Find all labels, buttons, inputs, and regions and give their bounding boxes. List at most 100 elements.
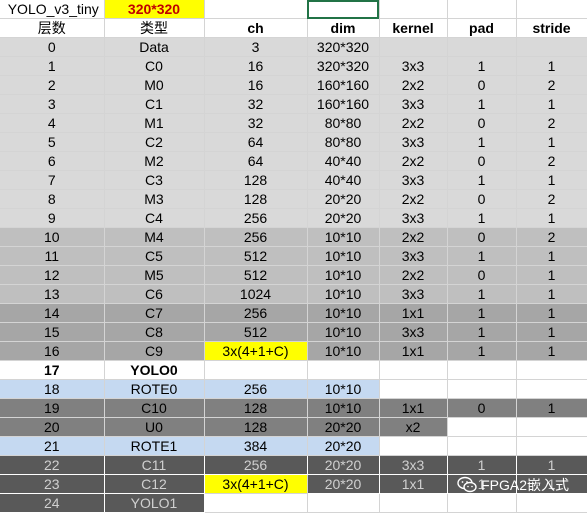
type-cell[interactable]: M4 (104, 227, 205, 247)
layer-cell[interactable]: 8 (0, 189, 105, 209)
pad-cell[interactable]: 1 (447, 303, 517, 323)
pad-cell[interactable]: 1 (447, 132, 517, 152)
ch-cell[interactable] (204, 360, 308, 380)
layer-cell[interactable]: 19 (0, 398, 105, 418)
ch-cell[interactable]: 256 (204, 208, 308, 228)
ch-cell[interactable]: 128 (204, 417, 308, 437)
ch-cell[interactable]: 16 (204, 75, 308, 95)
dim-cell[interactable]: 10*10 (307, 379, 380, 399)
dim-cell[interactable]: 10*10 (307, 265, 380, 285)
dim-cell[interactable]: 20*20 (307, 189, 380, 209)
layer-cell[interactable]: 2 (0, 75, 105, 95)
ch-cell[interactable]: 384 (204, 436, 308, 456)
kernel-cell[interactable]: 2x2 (379, 265, 448, 285)
type-cell[interactable]: C11 (104, 455, 204, 475)
ch-cell[interactable]: 128 (204, 170, 308, 190)
dim-cell[interactable]: 40*40 (307, 170, 380, 190)
layer-cell[interactable]: 5 (0, 132, 105, 152)
type-cell[interactable]: YOLO0 (104, 360, 205, 380)
pad-cell[interactable] (447, 436, 517, 456)
kernel-cell[interactable]: 2x2 (379, 151, 448, 171)
stride-cell[interactable]: 1 (516, 208, 587, 228)
input-size-cell[interactable]: 320*320 (104, 0, 205, 19)
kernel-cell[interactable]: x2 (379, 417, 448, 437)
layer-cell[interactable]: 0 (0, 37, 105, 57)
layer-cell[interactable]: 21 (0, 436, 105, 456)
layer-cell[interactable]: 22 (0, 455, 104, 475)
stride-cell[interactable]: 1 (516, 303, 587, 323)
layer-cell[interactable]: 4 (0, 113, 105, 133)
pad-cell[interactable]: 1 (447, 208, 517, 228)
stride-cell[interactable]: 1 (516, 246, 587, 266)
layer-cell[interactable]: 13 (0, 284, 105, 304)
header-layer[interactable]: 层数 (0, 18, 105, 38)
kernel-cell[interactable]: 2x2 (379, 75, 448, 95)
pad-cell[interactable]: 1 (447, 322, 517, 342)
layer-cell[interactable]: 15 (0, 322, 105, 342)
type-cell[interactable]: M5 (104, 265, 205, 285)
dim-cell[interactable]: 10*10 (307, 322, 380, 342)
kernel-cell[interactable]: 3x3 (379, 132, 448, 152)
dim-cell[interactable]: 80*80 (307, 132, 380, 152)
layer-cell[interactable]: 1 (0, 56, 105, 76)
stride-cell[interactable]: 1 (516, 265, 587, 285)
kernel-cell[interactable]: 3x3 (379, 56, 448, 76)
type-cell[interactable]: C0 (104, 56, 205, 76)
stride-cell[interactable]: 1 (516, 341, 587, 361)
kernel-cell[interactable]: 3x3 (379, 208, 448, 228)
kernel-cell[interactable]: 1x1 (379, 474, 447, 494)
pad-cell[interactable]: 0 (447, 265, 517, 285)
stride-cell[interactable]: 2 (516, 75, 587, 95)
ch-cell[interactable]: 256 (204, 455, 307, 475)
layer-cell[interactable]: 11 (0, 246, 105, 266)
stride-cell[interactable]: 1 (516, 56, 587, 76)
type-cell[interactable]: C6 (104, 284, 205, 304)
kernel-cell[interactable] (379, 37, 448, 57)
stride-cell[interactable]: 2 (516, 151, 587, 171)
type-cell[interactable]: C12 (104, 474, 204, 494)
stride-cell[interactable] (516, 493, 587, 513)
stride-cell[interactable] (516, 37, 587, 57)
layer-cell[interactable]: 10 (0, 227, 105, 247)
type-cell[interactable]: U0 (104, 417, 205, 437)
type-cell[interactable]: YOLO1 (104, 493, 204, 513)
pad-cell[interactable]: 1 (447, 170, 517, 190)
ch-cell[interactable]: 512 (204, 246, 308, 266)
ch-cell[interactable]: 3x(4+1+C) (204, 474, 308, 494)
kernel-cell[interactable]: 2x2 (379, 113, 448, 133)
ch-cell[interactable]: 512 (204, 322, 308, 342)
dim-cell[interactable]: 10*10 (307, 341, 380, 361)
pad-cell[interactable]: 1 (447, 246, 517, 266)
type-cell[interactable]: C1 (104, 94, 205, 114)
header-dim[interactable]: dim (307, 18, 380, 38)
dim-cell[interactable]: 320*320 (307, 56, 380, 76)
pad-cell[interactable]: 0 (447, 227, 517, 247)
stride-cell[interactable] (516, 379, 587, 399)
layer-cell[interactable]: 14 (0, 303, 105, 323)
ch-cell[interactable]: 128 (204, 398, 308, 418)
layer-cell[interactable]: 23 (0, 474, 104, 494)
dim-cell[interactable]: 160*160 (307, 75, 380, 95)
kernel-cell[interactable]: 1x1 (379, 398, 448, 418)
empty-cell[interactable] (379, 0, 448, 19)
layer-cell[interactable]: 3 (0, 94, 105, 114)
dim-cell[interactable]: 10*10 (307, 303, 380, 323)
pad-cell[interactable] (447, 37, 517, 57)
pad-cell[interactable]: 0 (447, 113, 517, 133)
ch-cell[interactable]: 64 (204, 151, 308, 171)
type-cell[interactable]: C10 (104, 398, 205, 418)
pad-cell[interactable] (447, 493, 517, 513)
layer-cell[interactable]: 12 (0, 265, 105, 285)
stride-cell[interactable]: 1 (516, 322, 587, 342)
dim-cell[interactable]: 20*20 (307, 455, 379, 475)
dim-cell[interactable]: 160*160 (307, 94, 380, 114)
ch-cell[interactable]: 16 (204, 56, 308, 76)
layer-cell[interactable]: 9 (0, 208, 105, 228)
stride-cell[interactable]: 1 (516, 132, 587, 152)
empty-cell[interactable] (204, 0, 308, 19)
stride-cell[interactable]: 1 (516, 284, 587, 304)
type-cell[interactable]: M2 (104, 151, 205, 171)
stride-cell[interactable] (516, 360, 587, 380)
layer-cell[interactable]: 24 (0, 493, 104, 513)
stride-cell[interactable]: 2 (516, 227, 587, 247)
